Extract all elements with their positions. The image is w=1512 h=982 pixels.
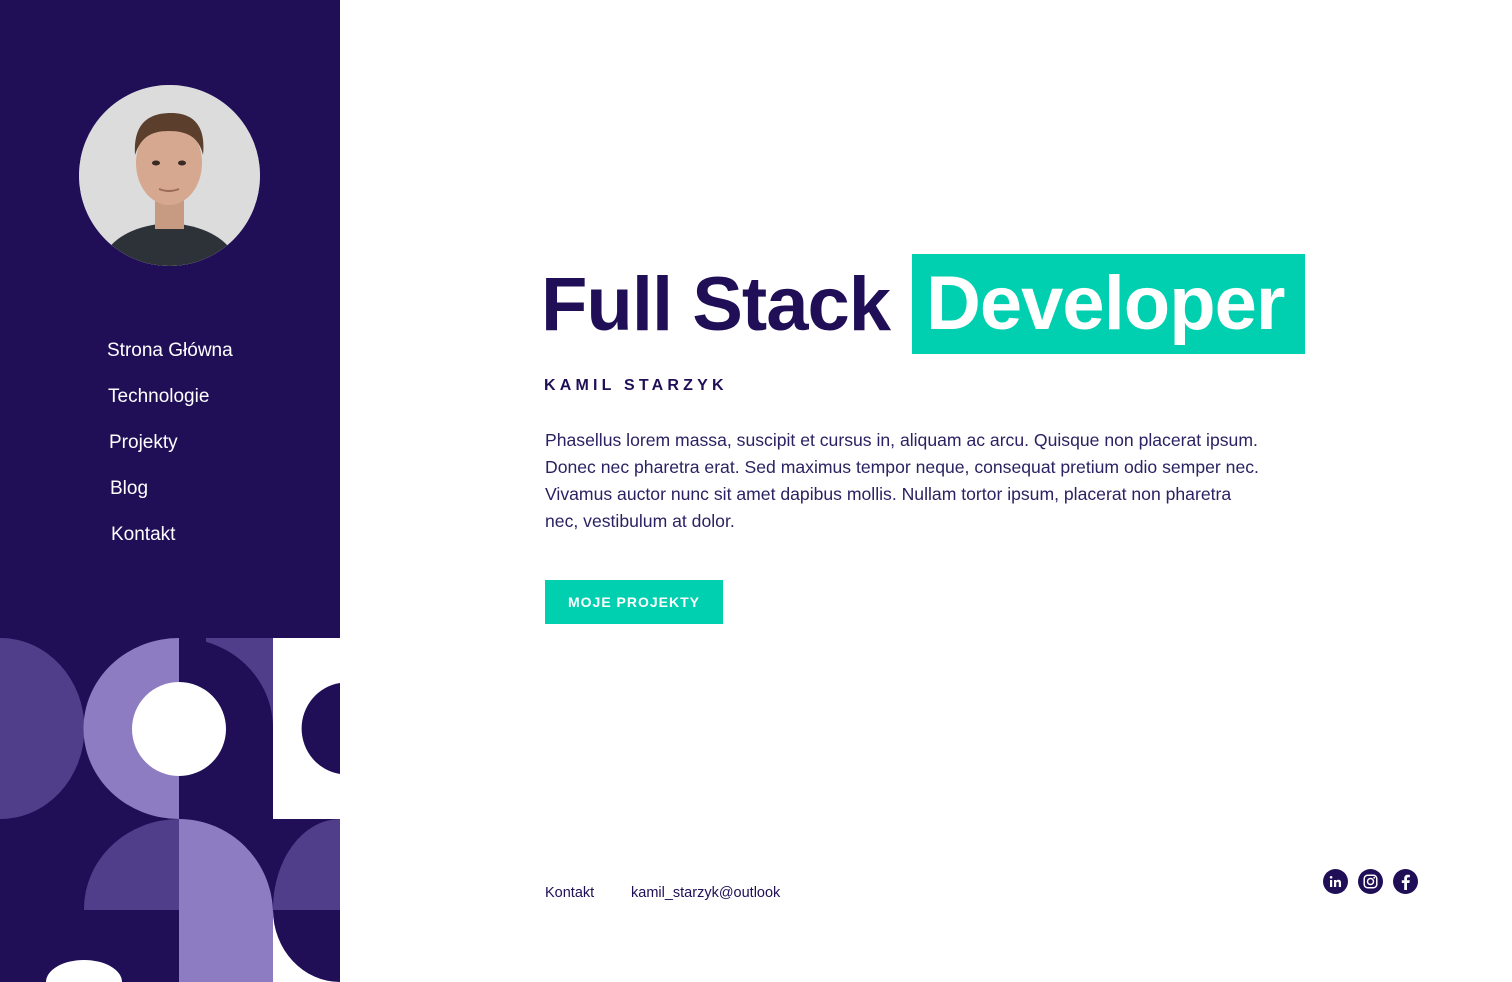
author-name: KAMIL STARZYK — [544, 377, 728, 394]
nav-item-kontakt[interactable]: Kontakt — [111, 524, 175, 546]
instagram-icon[interactable] — [1358, 869, 1383, 894]
profile-photo — [79, 85, 260, 266]
nav-item-strona-glowna[interactable]: Strona Główna — [107, 340, 233, 362]
hero-title: Full Stack Developer — [541, 254, 1305, 354]
my-projects-button[interactable]: MOJE PROJEKTY — [545, 580, 723, 624]
hero-title-highlight: Developer — [912, 254, 1305, 354]
avatar — [79, 85, 260, 266]
nav-item-projekty[interactable]: Projekty — [109, 432, 178, 454]
geometric-pattern — [0, 638, 340, 982]
hero-title-main: Full Stack — [541, 261, 891, 347]
nav-item-technologie[interactable]: Technologie — [108, 386, 209, 408]
linkedin-glyph — [1329, 876, 1341, 887]
footer-contact-link[interactable]: Kontakt — [545, 885, 594, 901]
facebook-icon[interactable] — [1393, 869, 1418, 894]
sidebar: Strona Główna Technologie Projekty Blog … — [0, 0, 340, 982]
nav-item-blog[interactable]: Blog — [110, 478, 148, 500]
footer-email-link[interactable]: kamil_starzyk@outlook — [631, 885, 780, 901]
intro-paragraph: Phasellus lorem massa, suscipit et cursu… — [545, 430, 1259, 531]
instagram-glyph — [1363, 874, 1378, 889]
linkedin-icon[interactable] — [1323, 869, 1348, 894]
facebook-glyph — [1401, 874, 1410, 890]
